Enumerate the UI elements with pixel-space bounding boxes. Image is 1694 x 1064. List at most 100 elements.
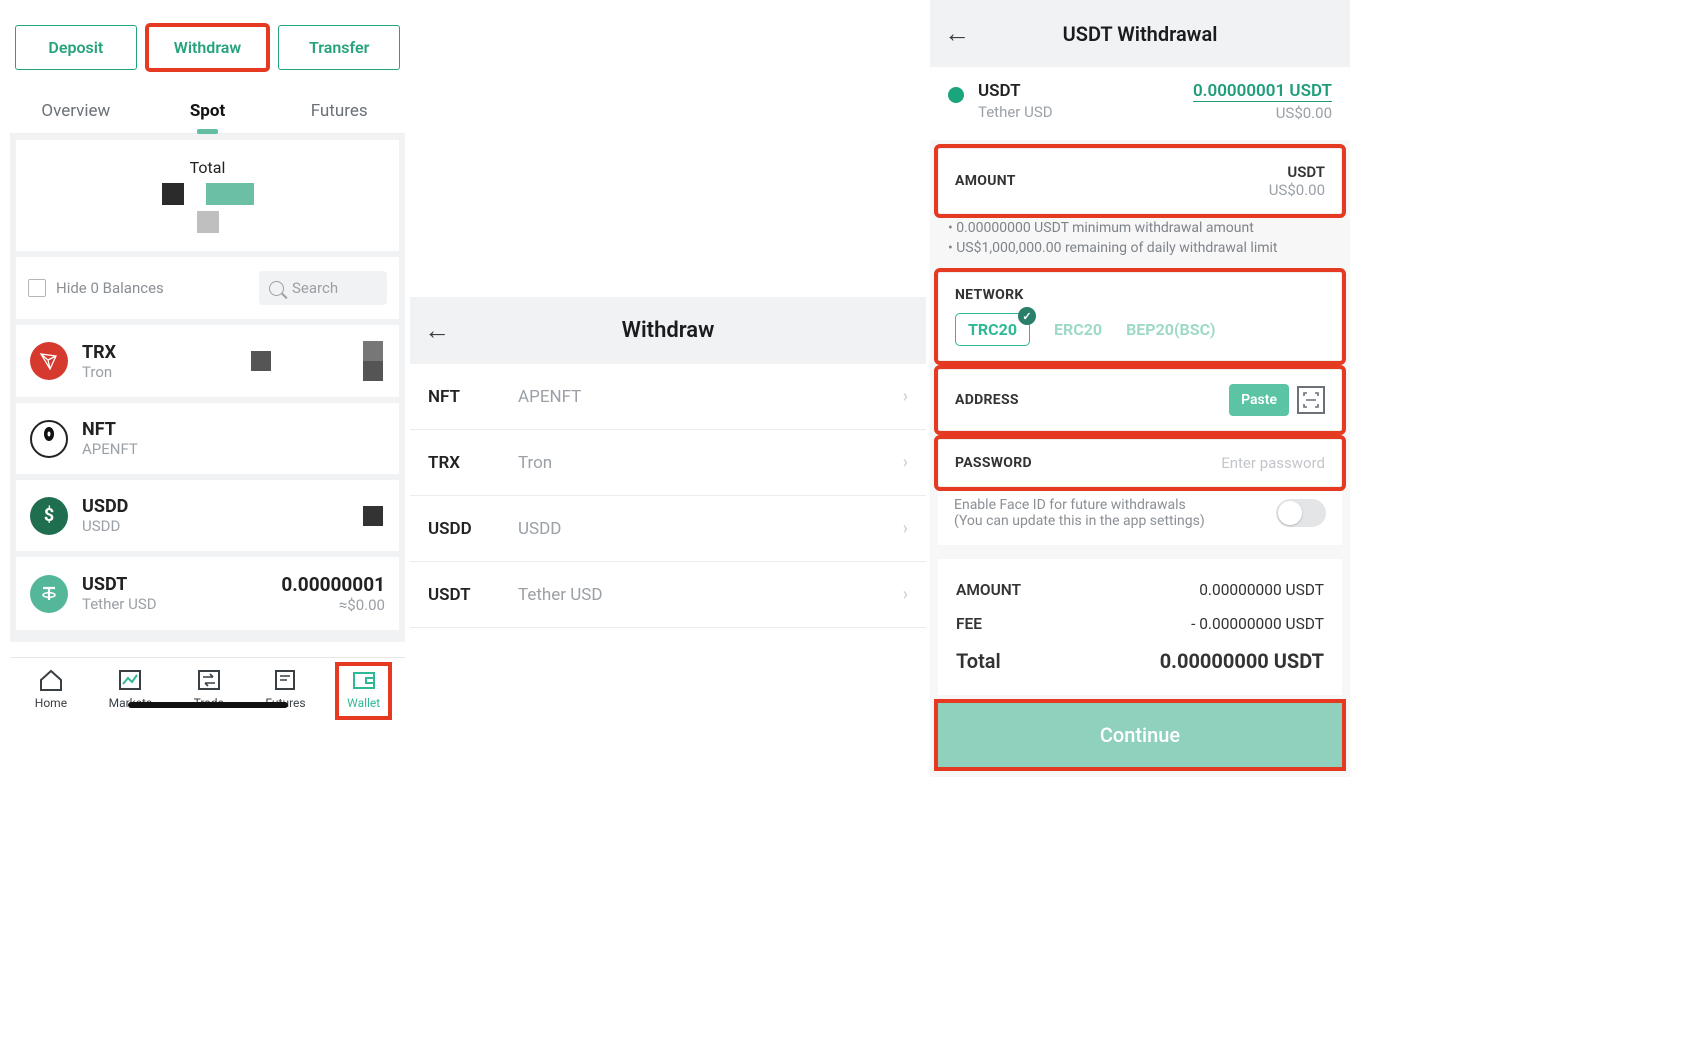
chevron-right-icon: › <box>903 452 908 473</box>
filter-bar: Hide 0 Balances Search <box>16 257 399 319</box>
nft-icon <box>30 420 68 458</box>
summary-amount-value: 0.00000000 USDT <box>1199 581 1324 599</box>
row-symbol: USDT <box>428 585 518 605</box>
selected-token[interactable]: USDT Tether USD 0.00000001 USDT US$0.00 <box>930 67 1350 140</box>
asset-row-usdd[interactable]: $ USDD USDD <box>16 480 399 551</box>
summary-amount-label: AMOUNT <box>956 581 1021 599</box>
deposit-button[interactable]: Deposit <box>15 25 137 70</box>
withdraw-button[interactable]: Withdraw <box>147 25 269 70</box>
search-input[interactable]: Search <box>259 271 387 305</box>
nav-label: Home <box>35 696 67 710</box>
chevron-right-icon: › <box>903 518 908 539</box>
check-icon: ✓ <box>1018 307 1036 325</box>
withdraw-title: Withdraw <box>410 318 926 343</box>
row-symbol: USDD <box>428 519 518 539</box>
wallet-tabs: Overview Spot Futures <box>10 87 405 134</box>
hide-zero-checkbox[interactable] <box>28 279 46 297</box>
asset-symbol: NFT <box>82 419 385 440</box>
wallet-icon <box>351 668 377 692</box>
asset-fiat: ≈$0.00 <box>281 596 385 614</box>
withdraw-row-trx[interactable]: TRX Tron › <box>410 430 926 496</box>
network-section: NETWORK TRC20 ✓ ERC20 BEP20(BSC) <box>938 272 1342 361</box>
paste-button[interactable]: Paste <box>1229 384 1289 416</box>
transfer-button[interactable]: Transfer <box>278 25 400 70</box>
trade-icon <box>196 668 222 692</box>
summary-total-label: Total <box>956 649 1001 673</box>
qr-scan-icon[interactable] <box>1297 386 1325 414</box>
amount-input[interactable]: USDT US$0.00 <box>1269 163 1325 199</box>
nav-wallet[interactable]: Wallet <box>339 666 388 716</box>
amount-hints: • 0.00000000 USDT minimum withdrawal amo… <box>930 214 1350 264</box>
withdraw-row-usdd[interactable]: USDD USDD › <box>410 496 926 562</box>
markets-icon <box>117 668 143 692</box>
summary-fee-label: FEE <box>956 615 982 633</box>
asset-balance: 0.00000001 <box>281 573 385 596</box>
chevron-right-icon: › <box>903 584 908 605</box>
password-label: PASSWORD <box>955 455 1032 471</box>
withdraw-header: ← Withdraw <box>410 297 926 364</box>
legend-swatch-gray <box>197 211 219 233</box>
legend-swatch-teal <box>206 183 254 205</box>
home-indicator <box>128 702 288 708</box>
row-name: Tron <box>518 453 903 473</box>
nav-label: Wallet <box>347 696 380 710</box>
nav-home[interactable]: Home <box>35 668 67 710</box>
summary-panel: AMOUNT 0.00000000 USDT FEE - 0.00000000 … <box>938 559 1342 695</box>
wallet-actions: Deposit Withdraw Transfer <box>10 20 405 75</box>
withdrawal-header: ← USDT Withdrawal <box>930 0 1350 67</box>
token-dot-icon <box>948 87 964 103</box>
asset-symbol: USDT <box>82 574 267 595</box>
search-placeholder: Search <box>292 279 338 297</box>
token-amount: 0.00000001 USDT <box>1193 81 1332 102</box>
row-name: APENFT <box>518 387 903 407</box>
row-symbol: TRX <box>428 453 518 473</box>
password-section: PASSWORD Enter password <box>938 439 1342 487</box>
legend-swatch-dark <box>162 183 184 205</box>
password-input[interactable]: Enter password <box>1221 454 1325 472</box>
asset-name: USDD <box>82 517 347 535</box>
usdd-icon: $ <box>30 497 68 535</box>
tab-spot[interactable]: Spot <box>142 87 274 133</box>
hint-limit: • US$1,000,000.00 remaining of daily wit… <box>948 238 1332 258</box>
faceid-toggle[interactable] <box>1276 499 1326 527</box>
continue-button[interactable]: Continue <box>938 703 1342 767</box>
portfolio-chart: Total <box>16 140 399 251</box>
trx-icon <box>30 342 68 380</box>
network-option-erc20[interactable]: ERC20 <box>1054 320 1102 339</box>
withdraw-list-screen: ← Withdraw NFT APENFT › TRX Tron › USDD … <box>410 297 926 628</box>
tab-futures[interactable]: Futures <box>273 87 405 133</box>
network-option-trc20[interactable]: TRC20 ✓ <box>955 313 1030 346</box>
row-name: USDD <box>518 519 903 539</box>
amount-label: AMOUNT <box>955 173 1016 189</box>
token-symbol: USDT <box>978 81 1179 101</box>
withdraw-row-usdt[interactable]: USDT Tether USD › <box>410 562 926 628</box>
row-name: Tether USD <box>518 585 903 605</box>
asset-row-usdt[interactable]: USDT Tether USD 0.00000001 ≈$0.00 <box>16 557 399 630</box>
amount-unit: USDT <box>1269 163 1325 181</box>
token-fiat: US$0.00 <box>1193 104 1332 122</box>
amount-fiat: US$0.00 <box>1269 181 1325 199</box>
usdt-withdrawal-screen: ← USDT Withdrawal USDT Tether USD 0.0000… <box>930 0 1350 777</box>
futures-icon <box>272 668 298 692</box>
home-icon <box>38 668 64 692</box>
tab-overview[interactable]: Overview <box>10 87 142 133</box>
asset-list: TRX Tron NFT APENFT $ USDD <box>16 325 399 630</box>
asset-symbol: TRX <box>82 342 235 363</box>
asset-row-nft[interactable]: NFT APENFT <box>16 403 399 474</box>
asset-name: Tron <box>82 363 235 381</box>
hint-min: • 0.00000000 USDT minimum withdrawal amo… <box>948 218 1332 238</box>
asset-name: Tether USD <box>82 595 267 613</box>
row-symbol: NFT <box>428 387 518 407</box>
asset-row-trx[interactable]: TRX Tron <box>16 325 399 397</box>
withdraw-row-nft[interactable]: NFT APENFT › <box>410 364 926 430</box>
hide-zero-label: Hide 0 Balances <box>56 279 249 297</box>
search-icon <box>269 281 284 296</box>
asset-symbol: USDD <box>82 496 347 517</box>
amount-section: AMOUNT USDT US$0.00 <box>938 148 1342 214</box>
chart-total-label: Total <box>190 158 226 177</box>
network-option-bep20[interactable]: BEP20(BSC) <box>1126 320 1215 339</box>
address-label: ADDRESS <box>955 392 1019 408</box>
faceid-text-1: Enable Face ID for future withdrawals <box>954 497 1205 513</box>
wallet-screen: Deposit Withdraw Transfer Overview Spot … <box>10 20 405 714</box>
chevron-right-icon: › <box>903 386 908 407</box>
